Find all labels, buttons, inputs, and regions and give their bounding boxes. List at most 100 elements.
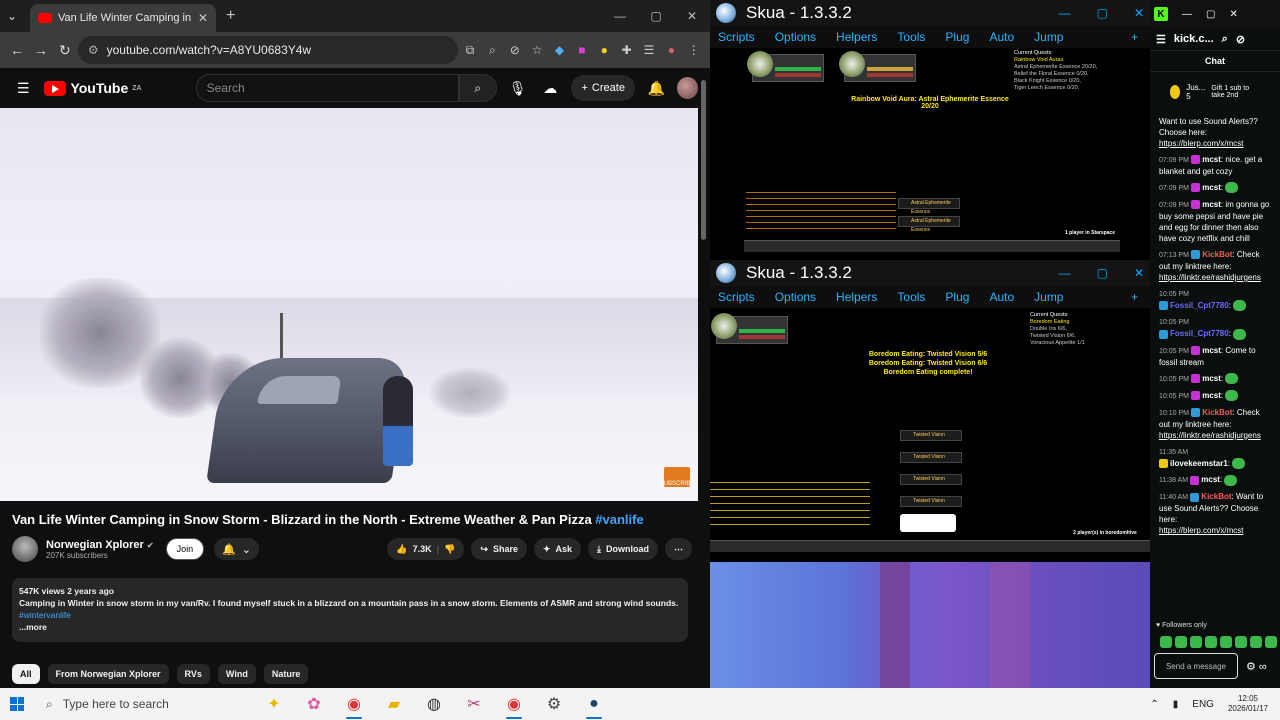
menu-scripts[interactable]: Scripts [718,30,755,44]
search-button[interactable]: ⌕ [459,74,497,102]
file-explorer-icon[interactable]: ▰ [374,688,414,720]
extension-cloud-icon[interactable]: ☁ [539,80,561,97]
gift-leaderboard[interactable]: Jus... 5 Gift 1 sub to take 2nd [1150,72,1280,112]
message-user[interactable]: mcst [1202,200,1221,209]
video-player[interactable]: SUBSCRIBE [0,108,698,501]
game-viewport[interactable]: Current Quests: Boredom Eating Double Ir… [710,308,1150,562]
loot-drop[interactable]: Twisted Vision [900,474,962,485]
bookmark-star-icon[interactable]: ☆ [527,37,547,63]
close-icon[interactable]: ✕ [1134,260,1144,286]
back-icon[interactable]: ← [6,36,28,64]
obs-icon[interactable]: ◍ [414,688,454,720]
hashtag-link[interactable]: #vanlife [595,512,643,527]
message-link[interactable]: https://blerp.com/x/mcst [1159,526,1243,535]
more-link[interactable]: ...more [19,621,681,633]
emote-icon[interactable] [1190,636,1202,648]
site-info-icon[interactable]: ⚙ [88,43,99,57]
menu-plug[interactable]: Plug [945,30,969,44]
menu-options[interactable]: Options [775,290,816,304]
microphone-icon[interactable]: ▮ [1173,699,1179,710]
thumbs-down-icon[interactable]: 👎 [444,544,455,555]
menu-jump[interactable]: Jump [1034,290,1063,304]
install-icon[interactable]: ⧉ [460,37,480,63]
message-user[interactable]: mcst [1201,475,1220,484]
maximize-icon[interactable]: ▢ [638,0,674,32]
hide-icon[interactable]: ⊘ [505,37,525,63]
hide-chat-icon[interactable]: ⊘ [1236,33,1245,46]
message-user[interactable]: ilovekeemstar1 [1170,459,1228,468]
menu-auto[interactable]: Auto [989,30,1014,44]
like-button[interactable]: 👍 7.3K | 👎 [387,538,465,560]
extensions-puzzle-icon[interactable]: ✚ [616,37,636,63]
message-user[interactable]: mcst [1202,346,1221,355]
reload-icon[interactable]: ↻ [54,36,76,64]
menu-options[interactable]: Options [775,30,816,44]
start-button[interactable] [0,688,34,720]
loot-drop[interactable]: Twisted Vision [900,430,962,441]
message-user[interactable]: mcst [1202,155,1221,164]
emote-icon[interactable] [1205,636,1217,648]
skua-app-icon[interactable]: ● [574,688,614,720]
download-button[interactable]: ⤓ Download [588,538,658,560]
subscribed-bell-button[interactable]: 🔔 ⌄ [214,538,259,560]
game-action-bar[interactable] [744,240,1120,252]
channel-avatar[interactable] [12,536,38,562]
menu-auto[interactable]: Auto [989,290,1014,304]
menu-tools[interactable]: Tools [897,290,925,304]
chip-from-channel[interactable]: From Norwegian Xplorer [47,664,169,684]
kick-channel[interactable]: kick.c... [1174,33,1214,45]
browser-tab[interactable]: Van Life Winter Camping in ✕ [30,4,216,32]
menu-jump[interactable]: Jump [1034,30,1063,44]
sidebar-toggle-icon[interactable]: ☰ [1156,33,1166,46]
menu-tools[interactable]: Tools [897,30,925,44]
emote-icon[interactable] [1160,636,1172,648]
maximize-icon[interactable]: ▢ [1206,9,1215,20]
loot-drop[interactable]: Twisted Vision [900,452,962,463]
settings-gear-icon[interactable]: ⚙ [534,688,574,720]
emote-icon[interactable] [1220,636,1232,648]
menu-helpers[interactable]: Helpers [836,30,877,44]
page-scrollbar[interactable] [700,78,708,680]
taskbar-search[interactable]: ⌕ Type here to search [34,688,254,720]
account-avatar[interactable] [677,77,698,99]
message-user[interactable]: KickBot [1201,492,1231,501]
chip-wind[interactable]: Wind [217,664,256,684]
extension-1-icon[interactable]: ◆ [549,37,569,63]
zoom-icon[interactable]: ⌕ [482,37,502,63]
chip-all[interactable]: All [12,664,40,684]
message-link[interactable]: https://linktr.ee/rashidjurgens [1159,431,1261,440]
maximize-icon[interactable]: ▢ [1097,260,1108,286]
description-box[interactable]: 547K views 2 years ago Camping in Winter… [12,578,688,642]
join-button[interactable]: Join [165,538,205,560]
tab-search-icon[interactable]: ⌄ [0,4,24,28]
input-language[interactable]: ENG [1192,699,1214,710]
share-button[interactable]: ↪ Share [471,538,527,560]
clock[interactable]: 12:05 2026/01/17 [1228,694,1268,714]
youtube-logo[interactable]: YouTube ZA [44,80,142,96]
add-icon[interactable]: + [1131,30,1138,44]
extension-2-icon[interactable]: ■ [572,37,592,63]
loot-drop[interactable]: Astral Ephemerite Essence [898,216,960,233]
close-icon[interactable]: ✕ [1229,9,1237,20]
loot-drop[interactable]: Astral Ephemerite Essence [898,198,960,215]
emote-icon[interactable] [1175,636,1187,648]
extension-3-icon[interactable]: ● [594,37,614,63]
emote-icon[interactable] [1250,636,1262,648]
menu-helpers[interactable]: Helpers [836,290,877,304]
microphone-icon[interactable]: 🎙 [507,80,529,97]
menu-scripts[interactable]: Scripts [718,290,755,304]
chip-nature[interactable]: Nature [263,664,309,684]
emote-icon[interactable] [1265,636,1277,648]
chrome-profile-app-icon[interactable]: ◉ [494,688,534,720]
sparkle-widget-icon[interactable]: ✦ [254,688,294,720]
snipping-tool-icon[interactable]: ✂ [454,688,494,720]
maximize-icon[interactable]: ▢ [1097,0,1108,26]
close-window-icon[interactable]: ✕ [674,0,710,32]
new-tab-icon[interactable]: + [226,7,235,25]
emote-icon[interactable] [1235,636,1247,648]
notifications-bell-icon[interactable]: 🔔 [645,80,667,97]
channel-name[interactable]: Norwegian Xplorer [46,539,144,551]
tab-close-icon[interactable]: ✕ [198,11,208,25]
message-user[interactable]: KickBot [1202,408,1232,417]
create-button[interactable]: + Create [571,75,635,101]
